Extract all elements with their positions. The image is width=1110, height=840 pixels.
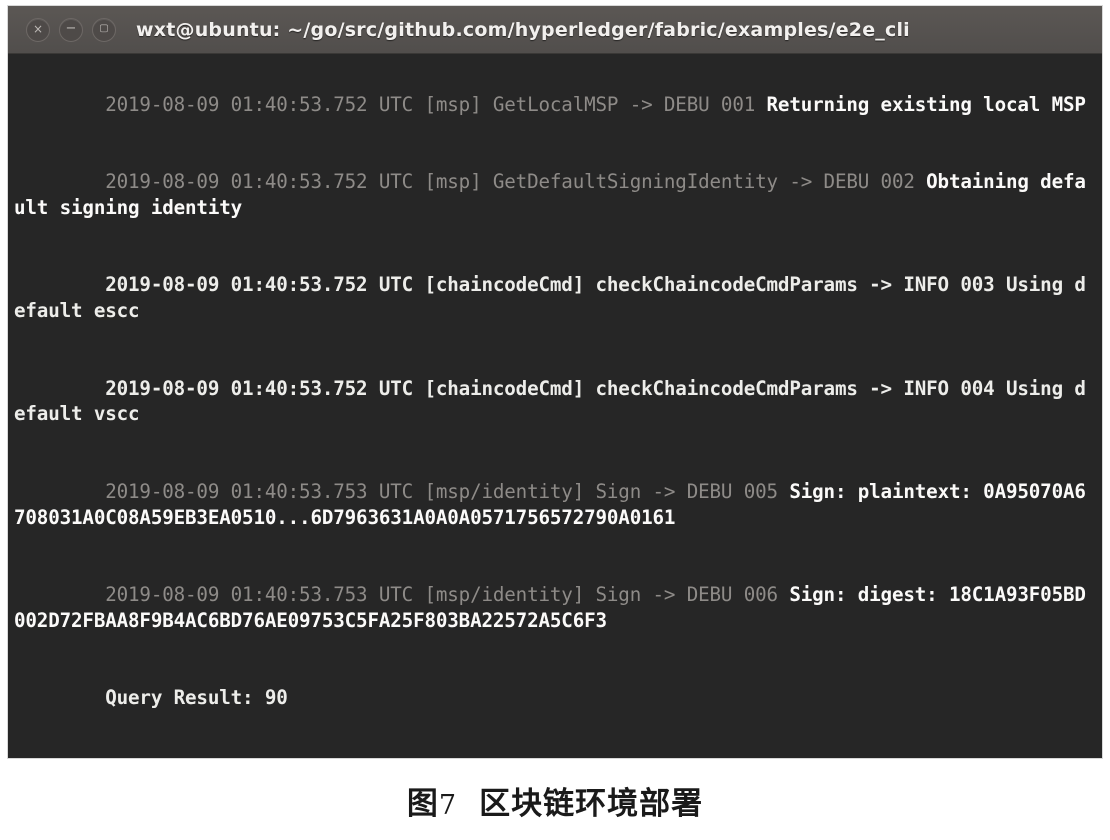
log-message: 2019-08-09 01:40:53.752 UTC [chaincodeCm… (14, 376, 1086, 426)
terminal-line-query-result: Query Result: 90 (14, 659, 1096, 736)
log-prefix: 2019-08-09 01:40:53.752 UTC [msp] GetLoc… (105, 92, 767, 116)
terminal-line: 2019-08-09 01:40:53.752 UTC [chaincodeCm… (14, 247, 1096, 350)
log-prefix: 2019-08-09 01:40:53.752 UTC [msp] GetDef… (105, 170, 927, 194)
log-message: 2019-08-09 01:40:53.752 UTC [chaincodeCm… (14, 273, 1086, 323)
terminal-line: 2019-08-09 01:40:53.753 UTC [msp/identit… (14, 556, 1096, 659)
caption-figure-number: 7 (438, 790, 458, 821)
terminal-window: × − ▢ wxt@ubuntu: ~/go/src/github.com/hy… (8, 6, 1102, 758)
caption-figure-label: 图 (406, 786, 439, 822)
window-controls: × − ▢ (26, 17, 116, 42)
window-titlebar[interactable]: × − ▢ wxt@ubuntu: ~/go/src/github.com/hy… (8, 6, 1102, 54)
window-title: wxt@ubuntu: ~/go/src/github.com/hyperled… (136, 18, 910, 41)
close-icon[interactable]: × (26, 17, 50, 42)
log-prefix: 2019-08-09 01:40:53.753 UTC [msp/identit… (105, 479, 790, 503)
minimize-icon[interactable]: − (59, 17, 83, 42)
terminal-output[interactable]: 2019-08-09 01:40:53.752 UTC [msp] GetLoc… (8, 54, 1102, 758)
terminal-line: 2019-08-09 01:40:53.753 UTC [msp/identit… (14, 453, 1096, 556)
terminal-line: 2019-08-09 01:40:53.752 UTC [msp] GetDef… (14, 143, 1096, 246)
terminal-line: 2019-08-09 01:40:53.752 UTC [chaincodeCm… (14, 350, 1096, 453)
caption-title: 区块链环境部署 (479, 786, 704, 822)
log-message: Returning existing local MSP (766, 92, 1086, 116)
terminal-line: 2019-08-09 01:40:53.752 UTC [msp] GetLoc… (14, 66, 1096, 143)
terminal-line: 2019-08-09 01:41:36.996 UTC [main] main … (14, 737, 1096, 758)
log-prefix: 2019-08-09 01:40:53.753 UTC [msp/identit… (105, 582, 790, 606)
page-root: × − ▢ wxt@ubuntu: ~/go/src/github.com/hy… (0, 0, 1110, 840)
maximize-icon[interactable]: ▢ (92, 17, 116, 42)
query-result-text: Query Result: 90 (105, 686, 288, 710)
figure-caption: 图7 区块链环境部署 (0, 778, 1110, 823)
